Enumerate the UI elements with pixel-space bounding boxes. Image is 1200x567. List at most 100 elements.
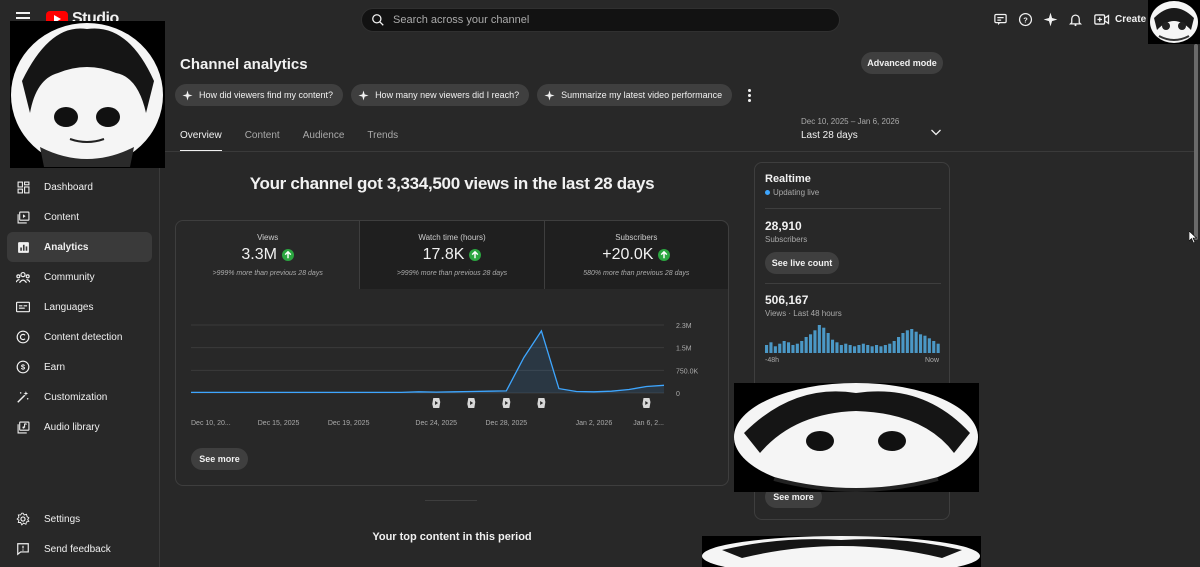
sidebar-item-dashboard[interactable]: Dashboard bbox=[7, 172, 152, 202]
analytics-tabs: Overview Content Audience Trends bbox=[180, 130, 421, 152]
realtime-bar bbox=[870, 346, 874, 353]
sketch-image-overlay bbox=[702, 536, 981, 567]
notifications-bell-icon[interactable] bbox=[1067, 11, 1083, 27]
realtime-bar bbox=[883, 345, 887, 353]
sparkle-icon bbox=[544, 89, 555, 101]
sidebar-item-customization[interactable]: Customization bbox=[7, 382, 152, 412]
sidebar-item-audio-library[interactable]: Audio library bbox=[7, 412, 152, 442]
shorts-upload-marker-icon[interactable] bbox=[537, 398, 546, 408]
realtime-bars-chart[interactable] bbox=[765, 323, 941, 353]
realtime-bar bbox=[769, 342, 773, 353]
tab-content[interactable]: Content bbox=[245, 130, 280, 152]
sidebar-nav: Dashboard Content Analytics Community La… bbox=[7, 172, 152, 442]
sidebar-item-earn[interactable]: $ Earn bbox=[7, 352, 152, 382]
svg-text:$: $ bbox=[21, 363, 26, 372]
realtime-bar bbox=[813, 330, 817, 353]
realtime-bar bbox=[875, 345, 879, 353]
realtime-bar bbox=[879, 346, 883, 353]
sidebar-item-content-detection[interactable]: Content detection bbox=[7, 322, 152, 352]
shorts-upload-marker-icon[interactable] bbox=[642, 398, 651, 408]
realtime-views-value: 506,167 bbox=[765, 293, 809, 307]
shorts-upload-marker-icon[interactable] bbox=[432, 398, 441, 408]
y-tick-label: 0 bbox=[676, 391, 680, 398]
tab-trends[interactable]: Trends bbox=[367, 130, 398, 152]
advanced-mode-button[interactable]: Advanced mode bbox=[861, 52, 943, 74]
realtime-bar bbox=[919, 334, 923, 353]
realtime-bar bbox=[826, 333, 830, 353]
metric-label: Watch time (hours) bbox=[418, 233, 486, 242]
metric-subscribers[interactable]: Subscribers +20.0K 580% more than previo… bbox=[544, 221, 728, 289]
realtime-bar bbox=[857, 345, 861, 353]
metric-comparison: 580% more than previous 28 days bbox=[583, 270, 690, 277]
realtime-bar bbox=[804, 337, 808, 353]
realtime-bar bbox=[914, 331, 918, 353]
video-camera-plus-icon bbox=[1094, 14, 1110, 25]
realtime-bar bbox=[844, 343, 848, 353]
sparkle-icon[interactable] bbox=[1042, 11, 1058, 27]
dashboard-icon bbox=[16, 180, 30, 194]
help-icon[interactable]: ? bbox=[1017, 11, 1033, 27]
channel-avatar-overlay bbox=[10, 21, 165, 168]
x-tick-label: Dec 19, 2025 bbox=[328, 420, 370, 427]
realtime-axis-end: Now bbox=[925, 357, 940, 364]
create-button[interactable]: Create bbox=[1094, 9, 1146, 30]
realtime-bar bbox=[848, 345, 852, 353]
sidebar-item-label: Dashboard bbox=[44, 181, 93, 193]
sidebar-item-label: Content bbox=[44, 211, 80, 223]
more-options-icon[interactable] bbox=[742, 88, 756, 102]
realtime-bar bbox=[923, 335, 927, 353]
metric-watch-time[interactable]: Watch time (hours) 17.8K >999% more than… bbox=[360, 221, 545, 289]
search-bar[interactable] bbox=[361, 8, 840, 32]
sidebar-item-content[interactable]: Content bbox=[7, 202, 152, 232]
chevron-down-icon[interactable] bbox=[930, 124, 942, 142]
sidebar-item-label: Community bbox=[44, 271, 95, 283]
shorts-upload-marker-icon[interactable] bbox=[502, 398, 511, 408]
metric-views[interactable]: Views 3.3M >999% more than previous 28 d… bbox=[176, 221, 361, 289]
audio-library-icon bbox=[16, 420, 30, 434]
metric-value: 3.3M bbox=[241, 246, 277, 263]
content-icon bbox=[16, 210, 30, 224]
shorts-upload-marker-icon[interactable] bbox=[467, 398, 476, 408]
sidebar-item-send-feedback[interactable]: Send feedback bbox=[7, 534, 152, 564]
suggestion-chip[interactable]: Summarize my latest video performance bbox=[537, 84, 733, 106]
tab-overview[interactable]: Overview bbox=[180, 130, 222, 152]
realtime-bar bbox=[778, 343, 782, 353]
search-input[interactable] bbox=[393, 14, 793, 26]
views-line[interactable] bbox=[191, 329, 665, 394]
account-avatar[interactable] bbox=[1148, 0, 1200, 44]
see-live-count-button[interactable]: See live count bbox=[765, 252, 839, 274]
realtime-bar bbox=[897, 337, 901, 353]
live-label: Updating live bbox=[773, 188, 820, 197]
realtime-title: Realtime bbox=[765, 173, 811, 185]
see-more-button[interactable]: See more bbox=[191, 448, 248, 470]
date-range-picker[interactable]: Dec 10, 2025 – Jan 6, 2026 Last 28 days bbox=[801, 117, 899, 141]
views-area bbox=[191, 330, 664, 393]
chip-label: How many new viewers did I reach? bbox=[375, 90, 520, 100]
views-chart[interactable]: 2.3M 1.5M 750.0K 0 Dec 10, 20... Dec 15, 2025… bbox=[176, 313, 728, 438]
y-tick-label: 750.0K bbox=[676, 368, 699, 375]
scrollbar[interactable] bbox=[1194, 44, 1198, 240]
channel-avatar-icon bbox=[11, 23, 163, 167]
page-title: Channel analytics bbox=[180, 56, 308, 73]
sidebar-item-label: Content detection bbox=[44, 331, 123, 343]
tab-audience[interactable]: Audience bbox=[303, 130, 345, 152]
sidebar-item-label: Languages bbox=[44, 301, 94, 313]
realtime-bar bbox=[800, 341, 804, 353]
avatar-image-icon bbox=[1150, 1, 1198, 43]
overview-card: Views 3.3M >999% more than previous 28 d… bbox=[175, 220, 729, 486]
sidebar-item-settings[interactable]: Settings bbox=[7, 504, 152, 534]
sidebar-item-languages[interactable]: Languages bbox=[7, 292, 152, 322]
gear-icon bbox=[16, 512, 30, 526]
metric-comparison: >999% more than previous 28 days bbox=[396, 270, 508, 277]
metric-label: Subscribers bbox=[615, 233, 658, 242]
messages-icon[interactable] bbox=[992, 11, 1008, 27]
suggestion-chip[interactable]: How did viewers find my content? bbox=[175, 84, 344, 106]
sketch-face-image-icon bbox=[734, 383, 978, 492]
realtime-bar bbox=[831, 339, 835, 353]
sidebar-item-analytics[interactable]: Analytics bbox=[7, 232, 152, 262]
suggestion-chip[interactable]: How many new viewers did I reach? bbox=[351, 84, 530, 106]
live-dot-icon bbox=[765, 190, 770, 195]
realtime-bar bbox=[853, 346, 857, 353]
sidebar-item-community[interactable]: Community bbox=[7, 262, 152, 292]
realtime-bar bbox=[795, 343, 799, 353]
